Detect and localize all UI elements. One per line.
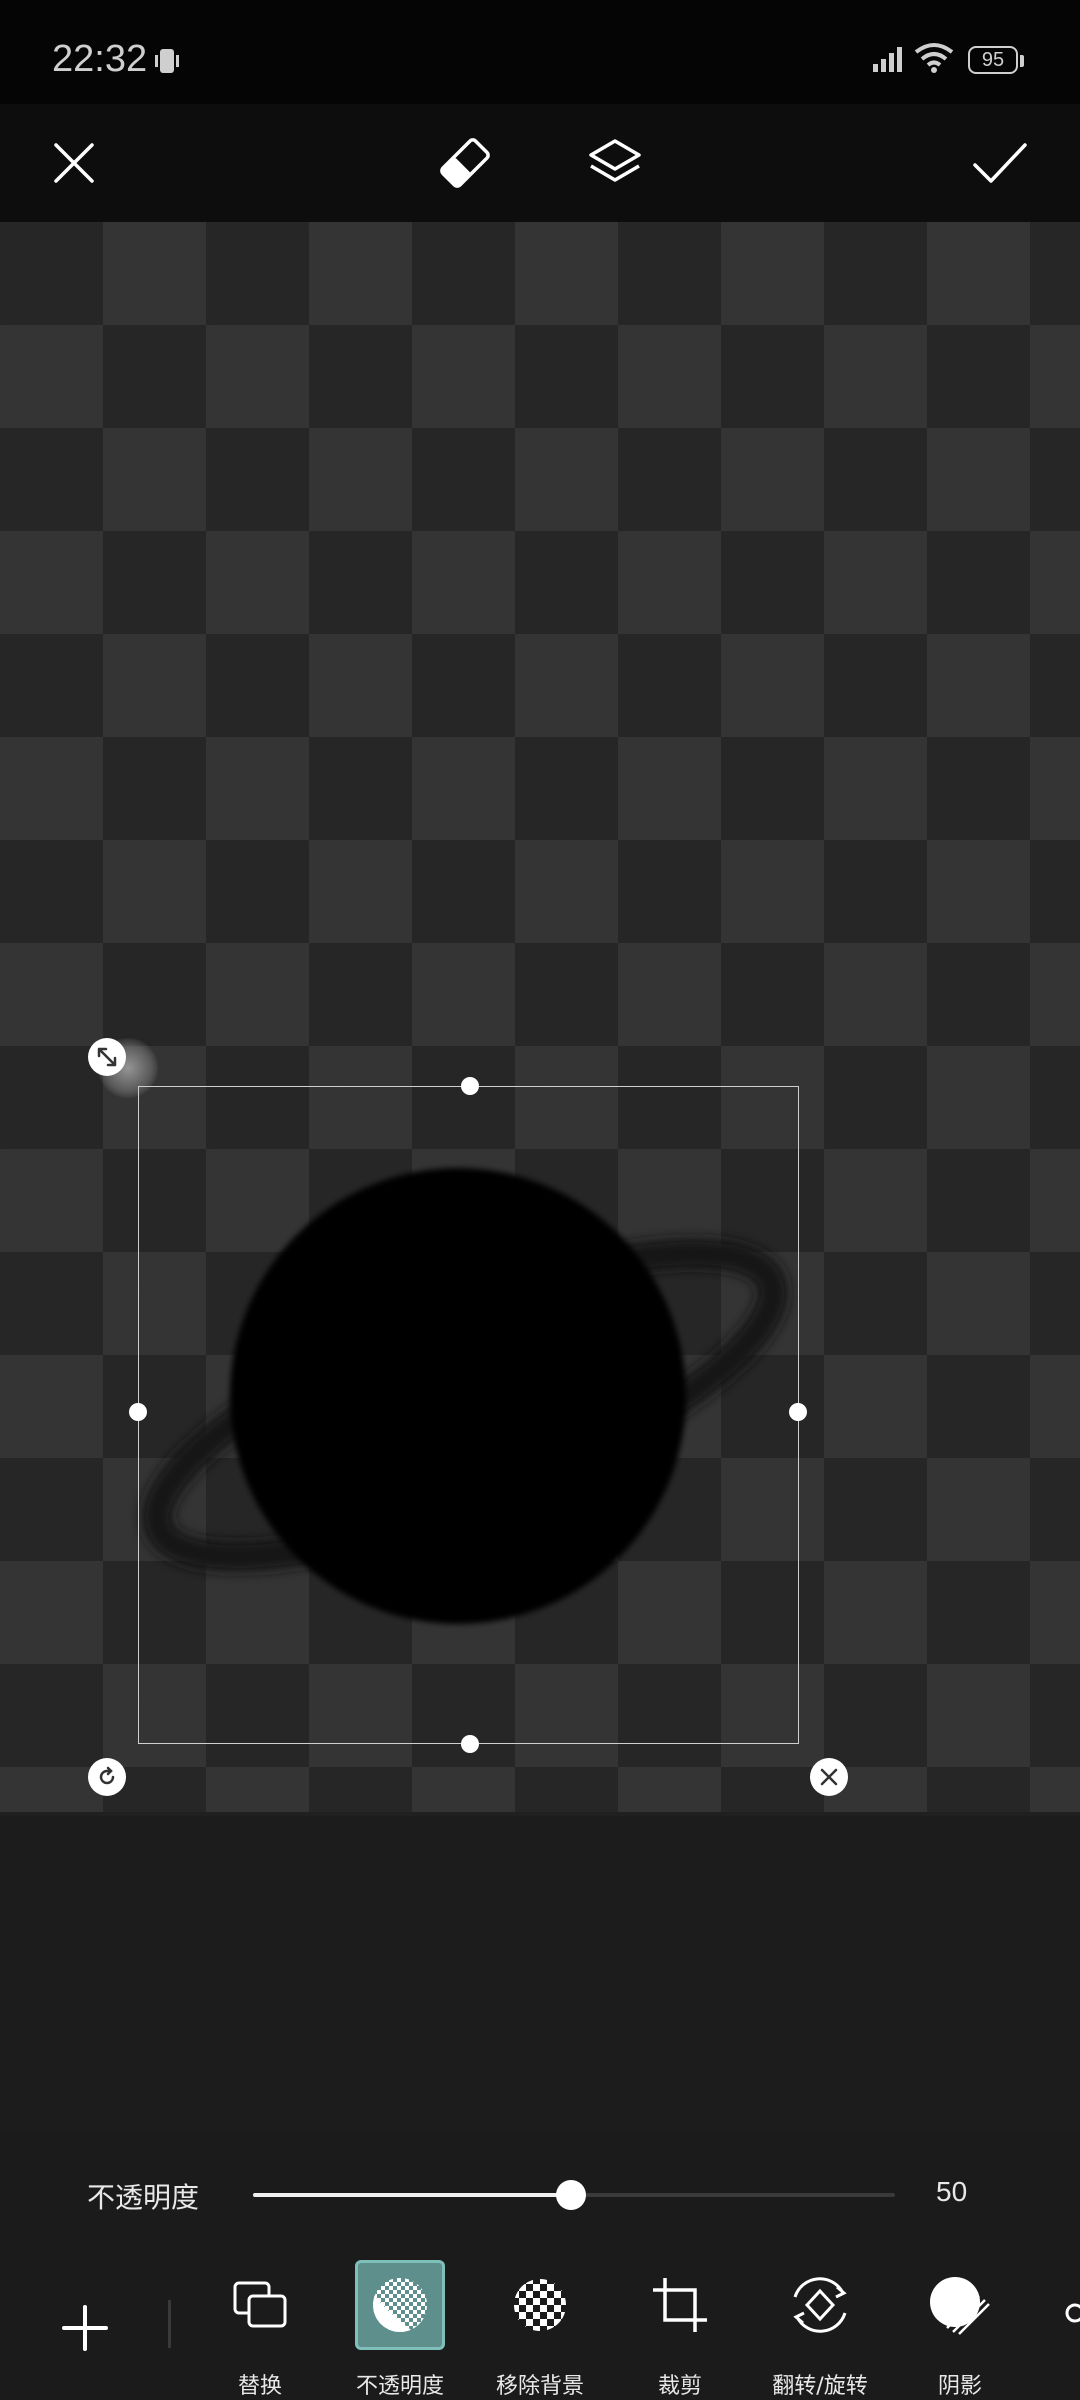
tool-flip-rotate-label: 翻转/旋转 [772, 2374, 868, 2399]
tool-replace[interactable]: 替换 [195, 2260, 325, 2400]
layers-icon [589, 139, 641, 182]
top-toolbar [0, 104, 1080, 222]
opacity-slider-fill [253, 2193, 571, 2197]
crop-icon [653, 2278, 707, 2332]
tool-flip-rotate[interactable]: 翻转/旋转 [755, 2260, 885, 2400]
layers-button[interactable] [570, 118, 660, 208]
tool-shadow-label: 阴影 [937, 2374, 982, 2399]
shadow-icon [930, 2277, 990, 2335]
tool-shadow[interactable]: 阴影 [895, 2260, 1025, 2400]
tool-replace-label: 替换 [237, 2374, 282, 2399]
opacity-icon [373, 2278, 427, 2332]
battery-indicator: 95 [968, 46, 1018, 74]
checkerboard-icon [514, 2279, 566, 2331]
expand-arrows-icon [97, 1047, 117, 1067]
plus-icon [62, 2305, 108, 2351]
remove-bg-icon-wrap [495, 2260, 585, 2350]
opacity-value: 50 [936, 2176, 968, 2207]
tool-opacity[interactable]: 不透明度 [335, 2260, 465, 2400]
tool-opacity-label: 不透明度 [355, 2374, 444, 2399]
close-button[interactable] [29, 118, 119, 208]
vibrate-icon [155, 49, 179, 73]
resize-handle-right[interactable] [789, 1403, 807, 1421]
replace-icon-wrap [215, 2260, 305, 2350]
opacity-slider-thumb[interactable] [556, 2180, 586, 2210]
status-time: 22:32 [52, 38, 148, 80]
rotate-handle[interactable] [88, 1758, 126, 1796]
more-tools-peek[interactable] [1064, 2302, 1080, 2324]
scale-handle[interactable] [88, 1038, 126, 1076]
shadow-icon-wrap [915, 2260, 1005, 2350]
tool-remove-background[interactable]: 移除背景 [475, 2260, 605, 2400]
canvas-bottom-area [0, 1816, 1080, 2133]
delete-handle[interactable] [810, 1758, 848, 1796]
signal-icon [873, 47, 902, 72]
flip-rotate-icon [793, 2277, 847, 2333]
opacity-icon-wrap [355, 2260, 445, 2350]
resize-handle-bottom[interactable] [461, 1735, 479, 1753]
flip-icon-wrap [775, 2260, 865, 2350]
close-icon [54, 143, 94, 183]
eraser-button[interactable] [420, 118, 510, 208]
delete-x-icon [820, 1768, 838, 1786]
crop-icon-wrap [635, 2260, 725, 2350]
wifi-icon [914, 43, 954, 73]
opacity-slider-label: 不透明度 [87, 2181, 200, 2214]
tool-remove-background-label: 移除背景 [495, 2374, 584, 2399]
more-tool-icon [1065, 2303, 1080, 2323]
check-icon [973, 143, 1027, 183]
battery-tip [1020, 55, 1024, 67]
tool-crop-label: 裁剪 [657, 2374, 702, 2399]
eraser-icon [440, 138, 490, 188]
replace-icon [233, 2281, 287, 2328]
tool-crop[interactable]: 裁剪 [615, 2260, 745, 2400]
rotate-icon [99, 1766, 115, 1785]
selection-box[interactable] [129, 1077, 807, 1753]
resize-handle-top[interactable] [461, 1077, 479, 1095]
add-button[interactable] [40, 2283, 130, 2373]
confirm-button[interactable] [955, 118, 1045, 208]
toolbar-divider [168, 2300, 171, 2348]
resize-handle-left[interactable] [129, 1403, 147, 1421]
